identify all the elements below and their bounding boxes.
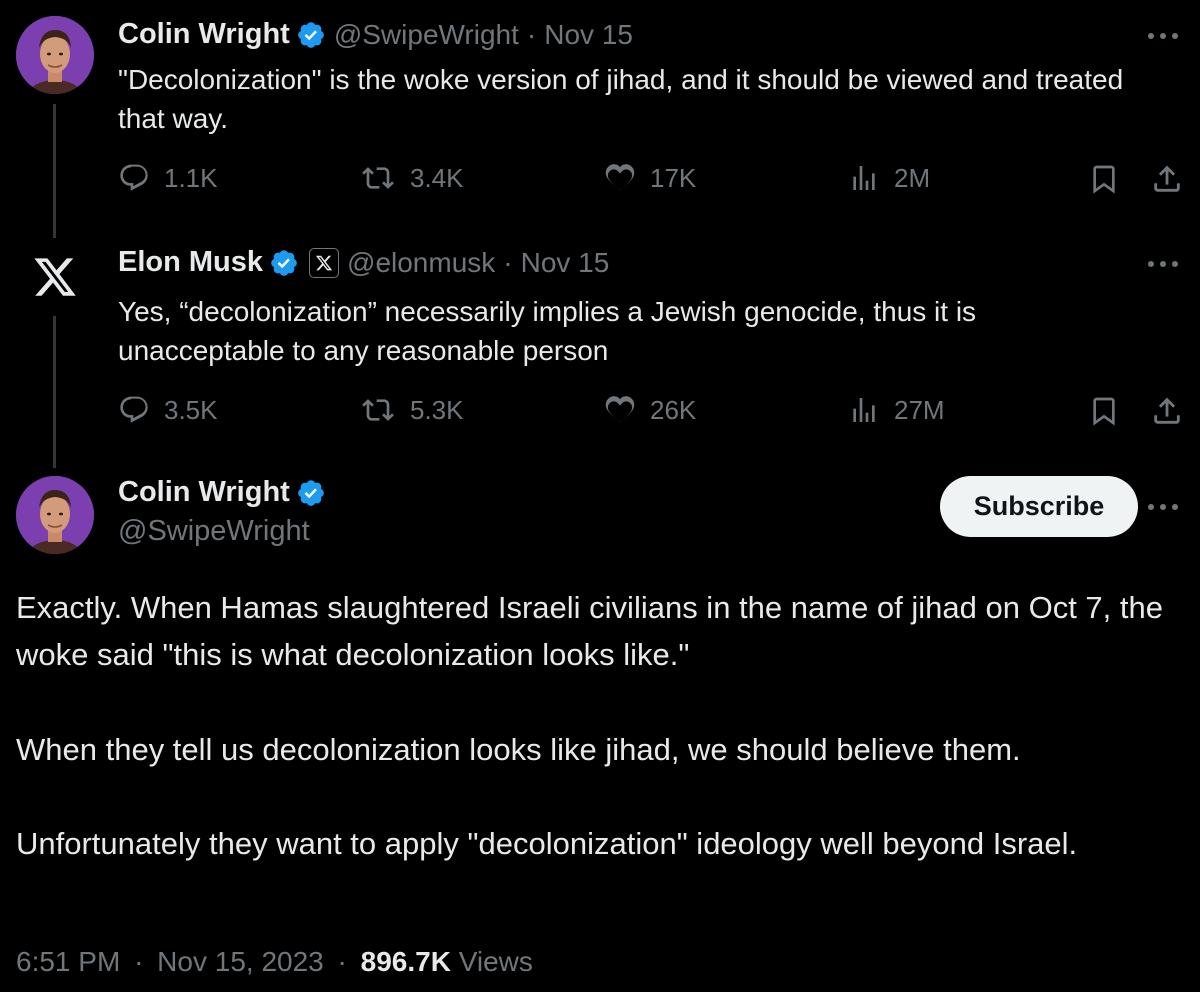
- repost-button[interactable]: 3.4K: [360, 162, 464, 194]
- reply-icon: [120, 164, 148, 191]
- affiliate-badge[interactable]: [309, 247, 340, 278]
- repost-count: 3.4K: [410, 162, 464, 193]
- tweet-text: When they tell us decolonization looks l…: [16, 726, 1196, 773]
- views-label: Views: [458, 946, 533, 977]
- tweet-meta: 6:51 PM · Nov 15, 2023 · 896.7K Views: [16, 946, 533, 978]
- more-icon[interactable]: [1148, 254, 1178, 274]
- verified-badge-icon[interactable]: [296, 478, 326, 508]
- tweet-date[interactable]: Nov 15: [521, 247, 610, 279]
- reply-count: 1.1K: [164, 162, 218, 193]
- reply-button[interactable]: 3.5K: [118, 394, 218, 426]
- avatar[interactable]: [16, 16, 94, 94]
- tweet-time[interactable]: 6:51 PM: [16, 946, 120, 977]
- more-icon[interactable]: [1148, 497, 1178, 517]
- views-icon: [853, 166, 875, 190]
- author-name[interactable]: Colin Wright: [118, 18, 290, 51]
- verified-badge-icon[interactable]: [296, 20, 326, 50]
- author-name[interactable]: Elon Musk: [118, 246, 263, 279]
- tweet-actions: 3.5K 5.3K 26K 27M: [118, 394, 1200, 434]
- tweet-header: Colin Wright @SwipeWright · Nov 15: [118, 18, 633, 51]
- thread-line: [53, 104, 56, 238]
- share-button[interactable]: [1150, 394, 1184, 428]
- like-icon: [605, 164, 635, 190]
- like-count: 17K: [650, 162, 697, 193]
- views-button[interactable]: 27M: [848, 394, 945, 426]
- tweet-text: "Decolonization" is the woke version of …: [118, 64, 1124, 134]
- like-count: 26K: [650, 394, 697, 425]
- subscribe-button[interactable]: Subscribe: [940, 476, 1138, 537]
- views-count: 896.7K: [360, 946, 451, 977]
- tweet-header: Elon Musk @elonmusk · Nov 15: [118, 246, 609, 279]
- views-icon: [853, 398, 875, 422]
- author-handle[interactable]: @SwipeWright: [118, 515, 310, 548]
- bookmark-button[interactable]: [1088, 162, 1120, 196]
- tweet-text: Unfortunately they want to apply "decolo…: [16, 820, 1196, 867]
- separator: ·: [526, 18, 537, 50]
- separator: ·: [337, 946, 347, 977]
- tweet-paragraph: When they tell us decolonization looks l…: [16, 732, 1021, 767]
- separator: ·: [503, 246, 513, 278]
- thread-line: [53, 302, 56, 468]
- views-count: 2M: [894, 162, 931, 193]
- more-icon[interactable]: [1148, 26, 1178, 46]
- share-icon: [1154, 397, 1180, 424]
- tweet-actions: 1.1K 3.4K 17K 2M: [118, 162, 1200, 202]
- tweet-text: Yes, “decolonization” necessarily implie…: [118, 296, 977, 366]
- repost-icon: [362, 167, 394, 189]
- x-logo-icon: [34, 258, 76, 296]
- repost-count: 5.3K: [410, 394, 464, 425]
- author-handle[interactable]: @SwipeWright: [334, 19, 519, 51]
- like-button[interactable]: 26K: [604, 394, 696, 426]
- share-icon: [1154, 165, 1180, 192]
- x-logo-icon: [315, 255, 333, 270]
- bookmark-button[interactable]: [1088, 394, 1120, 428]
- like-icon: [605, 396, 635, 422]
- avatar[interactable]: [16, 476, 94, 554]
- tweet-date[interactable]: Nov 15, 2023: [157, 946, 324, 977]
- repost-icon: [362, 399, 394, 421]
- separator: ·: [134, 946, 144, 977]
- author-row: Colin Wright: [118, 476, 326, 509]
- like-button[interactable]: 17K: [604, 162, 696, 194]
- verified-badge-icon[interactable]: [269, 248, 299, 278]
- views-count: 27M: [894, 394, 945, 425]
- reply-icon: [120, 396, 148, 423]
- reply-button[interactable]: 1.1K: [118, 162, 218, 194]
- reply-count: 3.5K: [164, 394, 218, 425]
- repost-button[interactable]: 5.3K: [360, 394, 464, 426]
- tweet-paragraph: Exactly. When Hamas slaughtered Israeli …: [16, 590, 1163, 672]
- author-name[interactable]: Colin Wright: [118, 476, 290, 509]
- bookmark-icon: [1093, 165, 1115, 194]
- avatar[interactable]: [16, 238, 94, 316]
- tweet-paragraph: Unfortunately they want to apply "decolo…: [16, 826, 1078, 861]
- bookmark-icon: [1093, 397, 1115, 426]
- author-handle[interactable]: @elonmusk: [347, 247, 495, 279]
- tweet-date[interactable]: Nov 15: [544, 19, 633, 51]
- share-button[interactable]: [1150, 162, 1184, 196]
- tweet-text: Exactly. When Hamas slaughtered Israeli …: [16, 584, 1196, 678]
- views-button[interactable]: 2M: [848, 162, 930, 194]
